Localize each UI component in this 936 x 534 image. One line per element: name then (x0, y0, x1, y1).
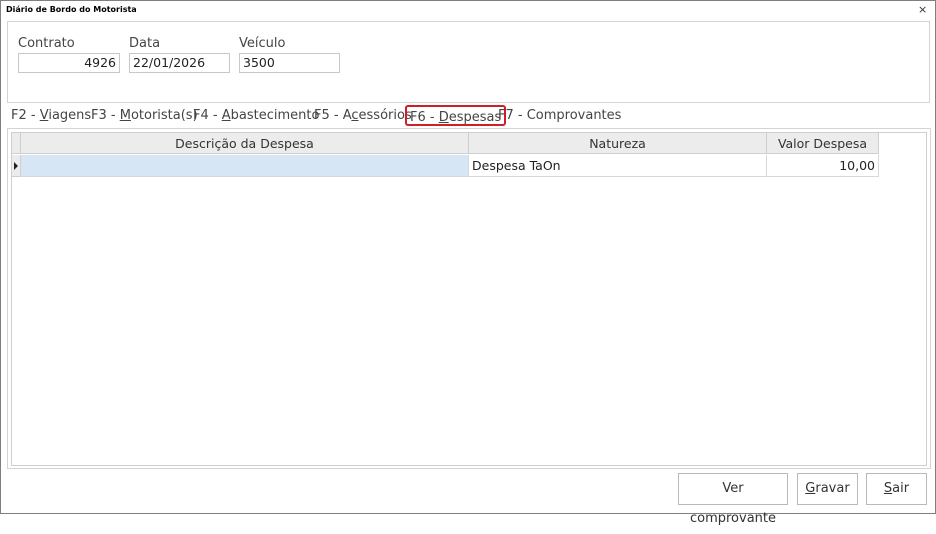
window-title: Diário de Bordo do Motorista (6, 5, 137, 14)
tab-mnemonic: c (351, 108, 359, 123)
veiculo-field[interactable]: 3500 (239, 53, 340, 73)
tab-abastecimento[interactable]: F4 - Abastecimento (193, 108, 319, 123)
close-icon[interactable]: × (918, 3, 927, 16)
tab-label: bastecimento (230, 108, 320, 123)
column-header-valor[interactable]: Valor Despesa (767, 133, 879, 154)
sair-button[interactable]: Sair (866, 473, 927, 505)
tab-label: iagens (48, 108, 92, 123)
tab-label: F3 - (91, 108, 120, 123)
tab-label: espesas (448, 110, 502, 125)
button-mnemonic: S (883, 481, 893, 496)
tab-viagens[interactable]: F2 - Viagens (11, 108, 91, 123)
column-header-natureza[interactable]: Natureza (469, 133, 767, 154)
header-panel: Contrato 4926 Data 22/01/2026 Veículo 35… (7, 21, 930, 103)
contrato-field[interactable]: 4926 (18, 53, 120, 73)
tab-label: essórios (358, 108, 412, 123)
button-label: ravar (815, 481, 850, 496)
tab-mnemonic: M (119, 108, 131, 123)
contrato-label: Contrato (18, 36, 75, 51)
veiculo-label: Veículo (239, 36, 286, 51)
row-indicator-header (12, 133, 21, 154)
button-label: air (892, 481, 910, 496)
tab-label: F2 - (11, 108, 40, 123)
tab-label: F4 - (193, 108, 222, 123)
current-row-arrow-icon (14, 162, 18, 170)
button-mnemonic: G (805, 481, 816, 496)
data-field[interactable]: 22/01/2026 (129, 53, 230, 73)
tab-despesas[interactable]: F6 - Despesas (405, 105, 507, 126)
data-label: Data (129, 36, 161, 51)
despesas-grid: Descrição da Despesa Natureza Valor Desp… (11, 132, 927, 466)
tab-mnemonic: D (438, 110, 449, 125)
gravar-button[interactable]: Gravar (797, 473, 858, 505)
title-bar: Diário de Bordo do Motorista × (1, 1, 935, 20)
tab-acessorios[interactable]: F5 - Acessórios (314, 108, 412, 123)
tab-comprovantes[interactable]: F7 - Comprovantes (498, 108, 621, 123)
grid-panel: Descrição da Despesa Natureza Valor Desp… (7, 128, 931, 469)
main-window: Diário de Bordo do Motorista × Contrato … (0, 0, 936, 526)
tab-mnemonic: A (221, 108, 231, 123)
column-header-descricao[interactable]: Descrição da Despesa (21, 133, 469, 154)
tab-motoristas[interactable]: F3 - Motorista(s) (91, 108, 198, 123)
tab-label: otorista(s) (130, 108, 198, 123)
cell-natureza[interactable]: Despesa TaOn (469, 155, 767, 177)
tab-label: F6 - (410, 110, 439, 125)
tab-label: F5 - A (314, 108, 352, 123)
cell-descricao[interactable] (21, 155, 469, 177)
tab-label: F7 - Comprovantes (498, 108, 622, 123)
ver-comprovante-button[interactable]: Ver comprovante (678, 473, 788, 526)
cell-valor[interactable]: 10,00 (767, 155, 879, 177)
row-indicator[interactable] (12, 155, 21, 177)
